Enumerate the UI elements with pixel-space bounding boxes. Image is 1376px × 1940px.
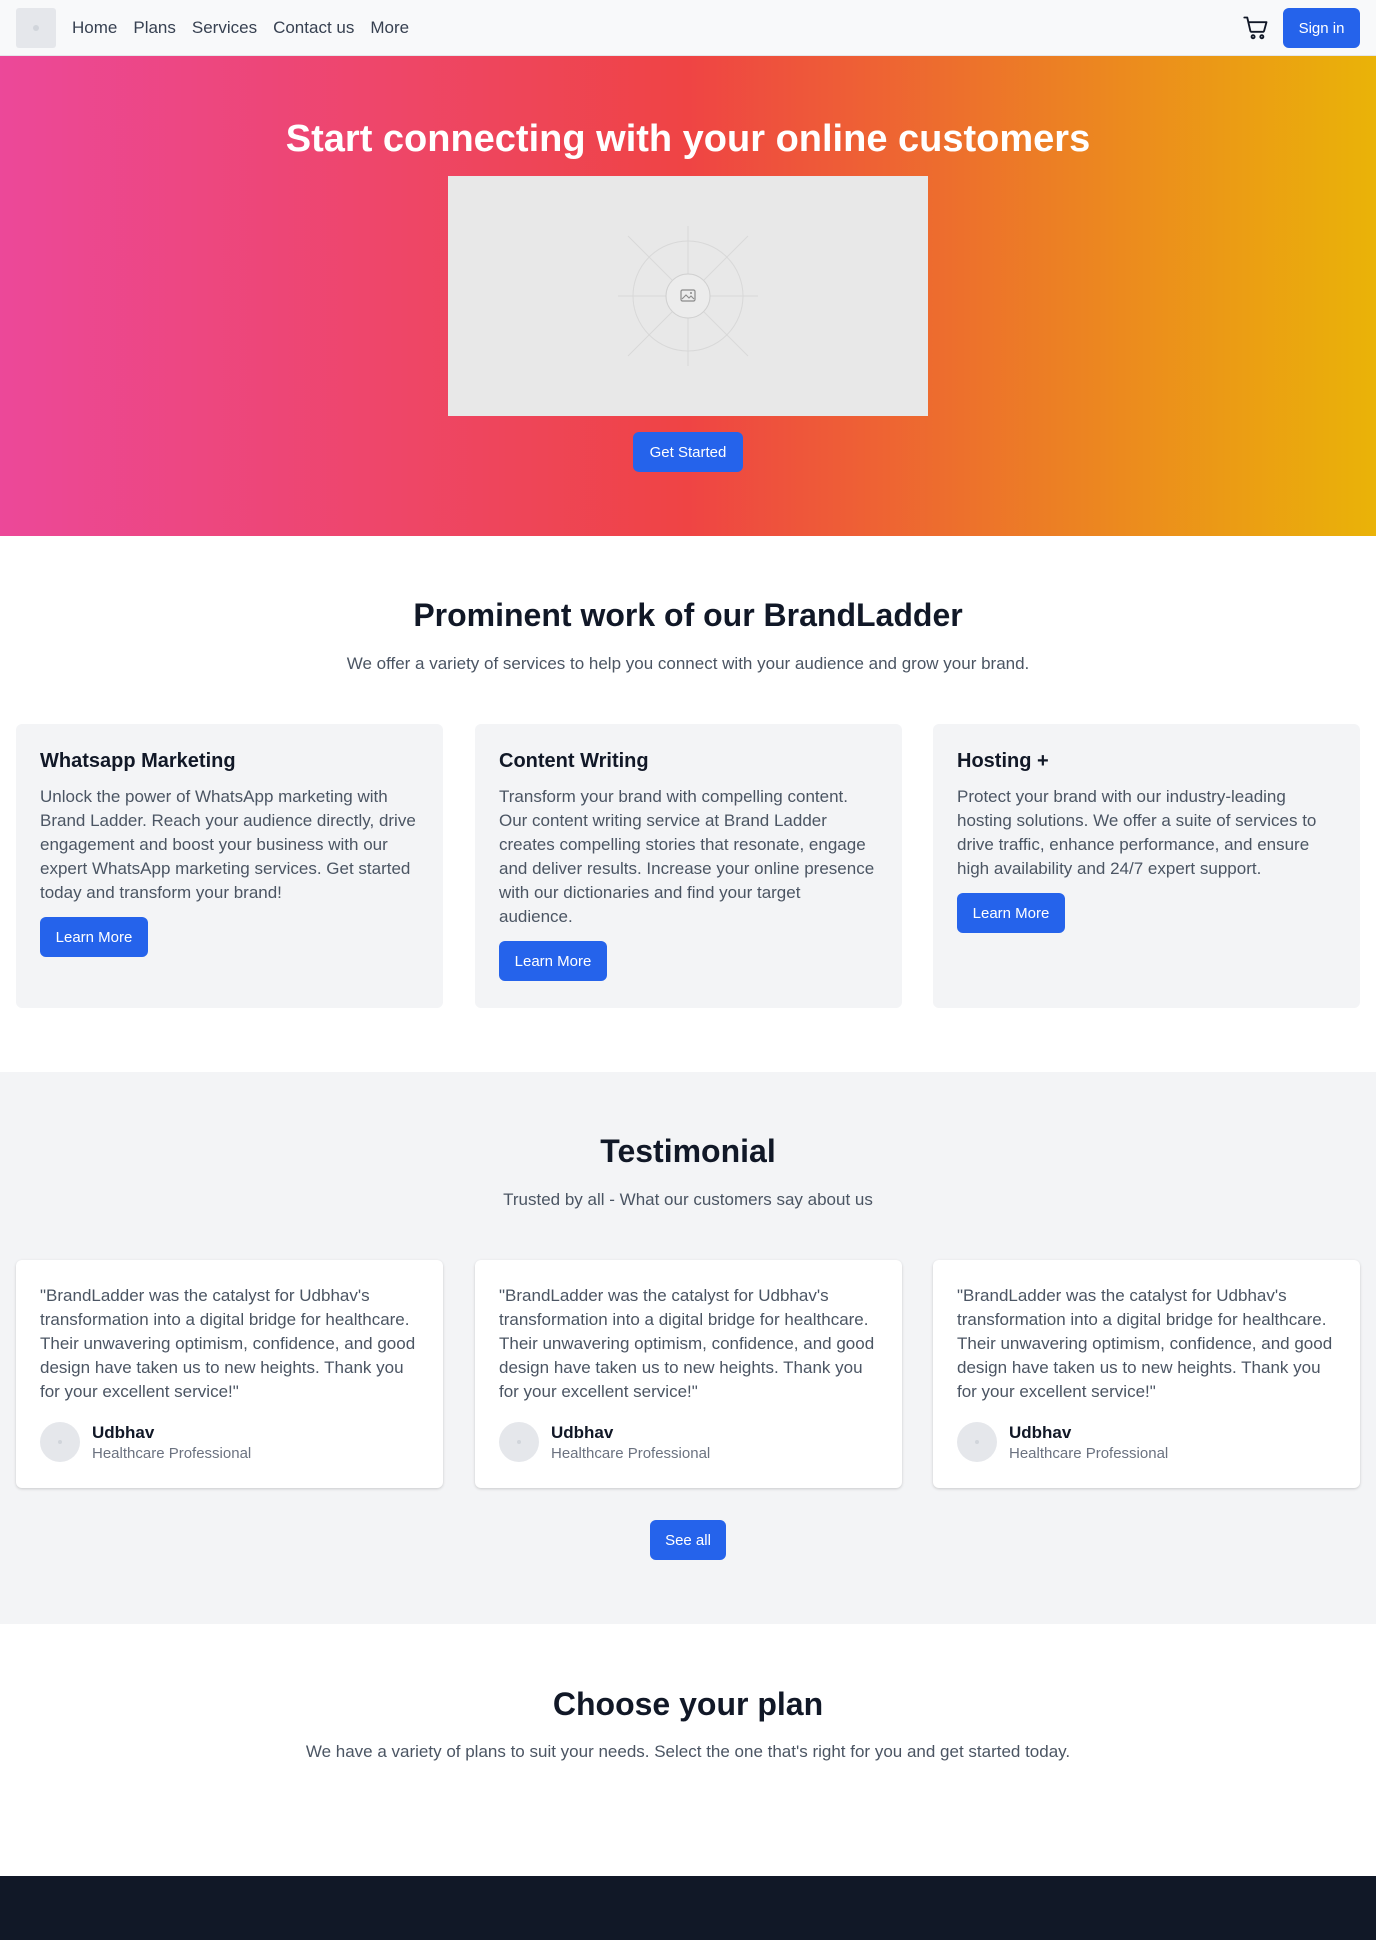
avatar [40,1422,80,1462]
nav-links: Home Plans Services Contact us More [72,0,409,56]
testimonial-quote: "BrandLadder was the catalyst for Udbhav… [499,1286,875,1401]
service-card-whatsapp: Whatsapp Marketing Unlock the power of W… [16,724,443,1008]
logo[interactable] [16,8,56,48]
testimonial-card: "BrandLadder was the catalyst for Udbhav… [475,1260,902,1488]
nav-link-more[interactable]: More [370,18,409,38]
service-card-hosting: Hosting + Protect your brand with our in… [933,724,1360,1008]
avatar-placeholder-icon [517,1440,521,1444]
learn-more-button[interactable]: Learn More [499,941,607,981]
testimonial-quote: "BrandLadder was the catalyst for Udbhav… [957,1286,1333,1401]
testimonial-card: "BrandLadder was the catalyst for Udbhav… [16,1260,443,1488]
sign-in-button[interactable]: Sign in [1283,8,1360,48]
plans-subtitle: We have a variety of plans to suit your … [305,1742,1071,1761]
nav-link-services[interactable]: Services [192,18,257,38]
image-placeholder-icon [618,226,758,366]
author-role: Healthcare Professional [551,1444,711,1462]
footer [0,1876,1376,1940]
service-card-title: Whatsapp Marketing [40,750,236,772]
services-subtitle: We offer a variety of services to help y… [346,654,1030,673]
author-role: Healthcare Professional [1009,1444,1169,1462]
service-card-content-writing: Content Writing Transform your brand wit… [475,724,902,1008]
testimonial-card: "BrandLadder was the catalyst for Udbhav… [933,1260,1360,1488]
learn-more-button[interactable]: Learn More [957,893,1065,933]
service-card-title: Hosting + [957,750,1049,772]
get-started-button[interactable]: Get Started [633,432,743,472]
testimonial-subtitle: Trusted by all - What our customers say … [503,1190,873,1209]
testimonial-title: Testimonial [600,1133,776,1169]
service-card-title: Content Writing [499,750,649,772]
service-card-description: Unlock the power of WhatsApp marketing w… [40,787,416,902]
service-card-description: Transform your brand with compelling con… [499,787,875,926]
author-name: Udbhav [551,1422,614,1442]
nav-link-contact[interactable]: Contact us [273,18,354,38]
avatar [499,1422,539,1462]
author-name: Udbhav [1009,1422,1072,1442]
testimonial-author: Udbhav Healthcare Professional [40,1422,419,1462]
testimonial-author: Udbhav Healthcare Professional [957,1422,1336,1462]
hero-image [448,176,928,416]
hero-title: Start connecting with your online custom… [285,118,1091,160]
logo-placeholder-icon [33,25,39,31]
plans-title: Choose your plan [552,1686,824,1722]
testimonial-quote: "BrandLadder was the catalyst for Udbhav… [40,1286,416,1401]
service-card-description: Protect your brand with our industry-lea… [957,787,1317,878]
testimonial-author: Udbhav Healthcare Professional [499,1422,878,1462]
avatar [957,1422,997,1462]
nav-link-home[interactable]: Home [72,18,117,38]
services-title: Prominent work of our BrandLadder [413,597,963,633]
navbar: Home Plans Services Contact us More Sign… [0,0,1376,56]
author-role: Healthcare Professional [92,1444,252,1462]
learn-more-button[interactable]: Learn More [40,917,148,957]
avatar-placeholder-icon [975,1440,979,1444]
hero-section: Start connecting with your online custom… [0,56,1376,536]
author-name: Udbhav [92,1422,155,1442]
nav-link-plans[interactable]: Plans [133,18,176,38]
see-all-button[interactable]: See all [650,1520,726,1560]
avatar-placeholder-icon [58,1440,62,1444]
cart-icon[interactable] [1242,14,1270,42]
